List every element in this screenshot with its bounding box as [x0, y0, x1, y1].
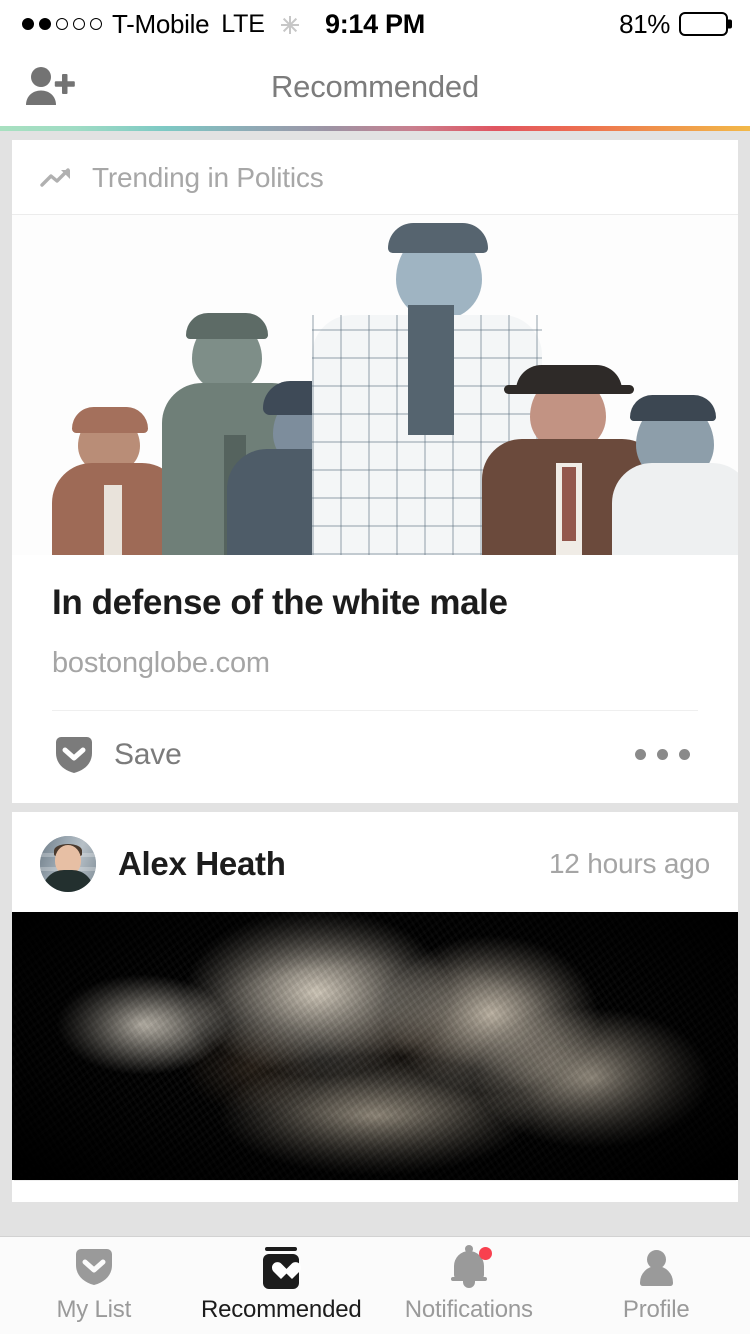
article-title-wrap: In defense of the white male — [12, 555, 738, 633]
more-options-icon — [635, 749, 646, 761]
app-screen: T-Mobile LTE 9:14 PM 81% Recommended Tre… — [0, 0, 750, 1334]
nav-bar: Recommended — [0, 48, 750, 126]
trending-label: Trending in Politics — [92, 162, 324, 193]
add-person-button[interactable] — [22, 63, 86, 111]
trending-up-icon — [40, 168, 70, 187]
recommended-heart-icon — [260, 1247, 302, 1289]
pocket-save-icon — [56, 736, 92, 773]
bottom-tab-bar: My List Recommended Notifications Profil… — [0, 1236, 750, 1334]
tab-label-profile: Profile — [622, 1296, 690, 1323]
article-hero-image[interactable] — [12, 215, 738, 555]
pocket-list-icon — [75, 1249, 112, 1285]
tab-recommended[interactable]: Recommended — [188, 1237, 376, 1334]
save-button[interactable]: Save — [52, 733, 182, 777]
tab-label-notifications: Notifications — [404, 1296, 533, 1323]
person-icon — [636, 1247, 676, 1289]
save-label: Save — [114, 737, 182, 771]
notification-badge — [478, 1247, 492, 1260]
tab-profile[interactable]: Profile — [563, 1237, 750, 1334]
article-title[interactable]: In defense of the white male — [52, 581, 698, 625]
more-options-button[interactable] — [627, 741, 698, 768]
trending-header: Trending in Politics — [12, 140, 738, 215]
add-person-icon — [26, 67, 75, 105]
article-source: bostonglobe.com — [52, 646, 270, 679]
battery-icon — [679, 12, 732, 36]
user-post-card[interactable]: Alex Heath 12 hours ago — [12, 811, 738, 1202]
tab-label-my-list: My List — [56, 1296, 132, 1323]
post-timestamp: 12 hours ago — [548, 847, 710, 879]
post-photo[interactable] — [12, 911, 738, 1180]
bell-icon — [447, 1245, 492, 1289]
post-author-name[interactable]: Alex Heath — [118, 845, 286, 883]
battery-percent-label: 81% — [619, 8, 670, 39]
post-header: Alex Heath 12 hours ago — [12, 812, 738, 912]
tab-my-list[interactable]: My List — [0, 1237, 188, 1334]
trending-article-card[interactable]: Trending in Politics In defense of the w… — [12, 140, 738, 803]
page-title: Recommended — [270, 69, 480, 104]
post-card-footer — [14, 1179, 736, 1202]
status-bar: T-Mobile LTE 9:14 PM 81% — [0, 0, 750, 48]
status-bar-right: 81% — [375, 8, 732, 40]
collage-figure-6 — [612, 395, 738, 555]
tab-notifications[interactable]: Notifications — [375, 1237, 563, 1334]
feed-scroll-area[interactable]: Trending in Politics In defense of the w… — [0, 131, 750, 1236]
card-actions: Save — [12, 711, 738, 803]
tab-label-recommended: Recommended — [200, 1296, 362, 1323]
avatar[interactable] — [40, 835, 96, 892]
